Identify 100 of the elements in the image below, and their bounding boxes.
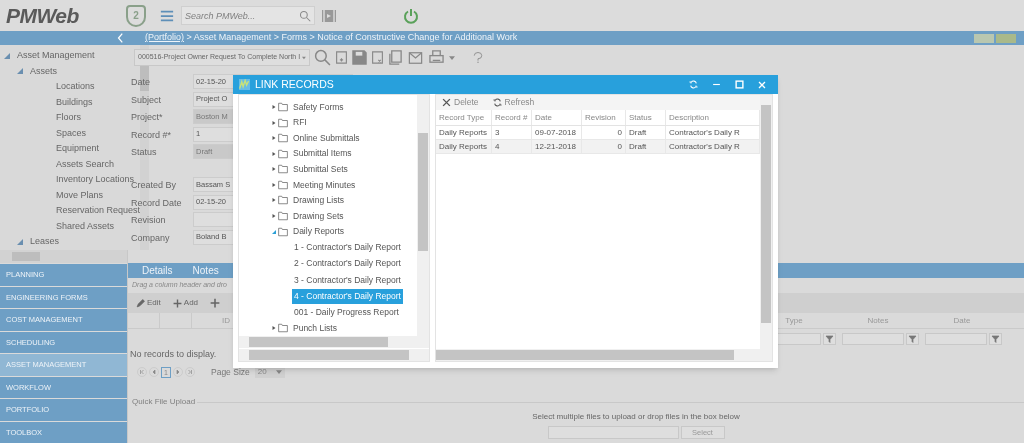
refresh-icon[interactable] — [689, 80, 698, 90]
tree-item[interactable]: Shared Assets — [56, 219, 115, 233]
last-page-icon[interactable] — [185, 367, 195, 377]
tree-item[interactable]: Leases — [30, 235, 60, 249]
tree-item[interactable]: Buildings — [56, 95, 93, 109]
maximize-icon[interactable] — [735, 80, 744, 90]
copy-icon[interactable] — [388, 49, 403, 66]
tree-item[interactable]: 3 - Contractor's Daily Report — [292, 272, 403, 288]
tree-item[interactable]: Equipment — [56, 142, 100, 156]
expanded-arrow-icon[interactable] — [17, 238, 23, 245]
plus-icon[interactable] — [210, 298, 221, 308]
tree-item[interactable]: 2 - Contractor's Daily Report — [292, 256, 403, 272]
field-label: Company — [131, 231, 171, 245]
section-title: Quick File Upload — [132, 396, 196, 408]
add-button[interactable]: Add — [172, 297, 199, 309]
save-icon[interactable] — [352, 50, 367, 65]
tab[interactable]: Notes — [192, 263, 219, 278]
tree-item[interactable]: 001 - Daily Progress Report — [292, 304, 401, 320]
scrollbar[interactable] — [417, 95, 429, 336]
tree-item[interactable]: Assets — [30, 64, 57, 78]
breadcrumb-path: > Asset Management > Forms > Notice of Constructive Change for Additional Work — [185, 31, 518, 45]
plus-icon — [172, 298, 182, 308]
caret-icon[interactable] — [449, 55, 455, 60]
notification-badge[interactable]: 2 — [126, 4, 146, 27]
field-label: Subject — [131, 93, 163, 107]
tree-item[interactable]: Drawing Lists — [293, 194, 345, 207]
tree-item[interactable]: Safety Forms — [293, 100, 344, 114]
delete-button[interactable]: Delete — [442, 96, 479, 109]
tree-item[interactable]: Locations — [56, 80, 95, 94]
scrollbar[interactable] — [436, 349, 772, 361]
tree-item[interactable]: Reservation Request — [56, 204, 141, 218]
menu-icon[interactable] — [159, 8, 175, 23]
edit-button[interactable]: Edit — [136, 297, 161, 309]
tree-item[interactable]: RFI — [293, 116, 307, 129]
mail-icon[interactable] — [407, 50, 424, 65]
table-cell: Daily Reports — [436, 126, 492, 140]
collapsed-arrow-icon[interactable] — [272, 213, 276, 220]
tree-item[interactable]: Drawing Sets — [293, 209, 344, 223]
collapsed-arrow-icon[interactable] — [272, 135, 276, 142]
print-icon[interactable] — [428, 50, 445, 65]
tree-item[interactable]: 4 - Contractor's Daily Report — [292, 288, 403, 304]
tree-item[interactable]: Assets Search — [56, 157, 115, 171]
table-cell: Draft — [626, 126, 666, 140]
help-icon[interactable] — [473, 49, 483, 66]
scrollbar[interactable] — [239, 336, 429, 348]
close-icon[interactable] — [758, 80, 766, 89]
folder-icon — [277, 195, 289, 206]
column-header[interactable]: Date — [532, 110, 582, 126]
filter-icon[interactable] — [823, 332, 836, 345]
collapsed-arrow-icon[interactable] — [272, 325, 276, 332]
scrollbar[interactable] — [0, 250, 127, 263]
pencil-icon — [136, 298, 145, 308]
tree-item[interactable]: Punch Lists — [293, 321, 337, 335]
expanded-arrow-icon[interactable] — [4, 52, 10, 59]
tree-item[interactable]: Daily Reports — [293, 225, 345, 239]
tree-item[interactable]: Spaces — [56, 126, 87, 140]
field-label: Project* — [131, 111, 164, 124]
column-header[interactable]: Record Type — [436, 110, 492, 126]
breadcrumb-link[interactable]: (Portfolio) — [145, 31, 184, 45]
tree-item[interactable]: Submittal Items — [293, 147, 352, 161]
table-cell: 09-07-2018 — [532, 126, 582, 140]
delete-document-icon[interactable] — [371, 49, 384, 66]
field-label: Status — [131, 146, 158, 159]
tree-item[interactable]: Asset Management — [17, 49, 95, 63]
tree-item[interactable]: Floors — [56, 111, 81, 125]
column-header[interactable]: Revision — [582, 110, 626, 126]
table-cell: 0 — [582, 140, 626, 154]
tree-item[interactable]: 1 - Contractor's Daily Report — [292, 240, 403, 255]
tree-item[interactable]: Meeting Minutes — [293, 178, 356, 192]
column-header[interactable]: Record # — [492, 110, 532, 126]
tree-item[interactable]: Move Plans — [56, 188, 104, 202]
tree-item[interactable]: Online Submittals — [293, 131, 360, 145]
tab[interactable]: Details — [142, 263, 173, 278]
filter-icon[interactable] — [906, 332, 919, 345]
film-icon[interactable] — [321, 7, 337, 24]
new-document-icon[interactable] — [335, 49, 348, 66]
column-header[interactable]: Status — [626, 110, 666, 126]
collapsed-arrow-icon[interactable] — [272, 150, 276, 157]
flag-icon[interactable] — [996, 33, 1016, 43]
scrollbar[interactable] — [760, 95, 772, 349]
search-icon[interactable] — [314, 49, 331, 66]
power-icon[interactable] — [403, 7, 419, 24]
scrollbar[interactable] — [239, 349, 429, 361]
collapsed-arrow-icon[interactable] — [272, 119, 276, 126]
folder-icon — [277, 164, 289, 175]
collapsed-arrow-icon[interactable] — [272, 181, 276, 188]
table-cell: 0 — [582, 126, 626, 140]
collapsed-arrow-icon[interactable] — [272, 166, 276, 173]
first-page-icon[interactable] — [137, 367, 147, 377]
folder-icon — [277, 323, 289, 334]
flag-icon[interactable] — [974, 33, 994, 43]
refresh-button[interactable]: Refresh — [492, 96, 535, 109]
field-label: Date — [131, 76, 151, 89]
tree-item[interactable]: Submittal Sets — [293, 162, 348, 176]
search-field[interactable]: Search PMWeb... — [181, 6, 315, 25]
expanded-arrow-icon[interactable] — [17, 68, 23, 75]
collapsed-arrow-icon[interactable] — [272, 197, 276, 204]
collapsed-arrow-icon[interactable] — [272, 103, 276, 110]
expanded-arrow-icon[interactable] — [272, 228, 276, 235]
filter-icon[interactable] — [989, 332, 1002, 345]
